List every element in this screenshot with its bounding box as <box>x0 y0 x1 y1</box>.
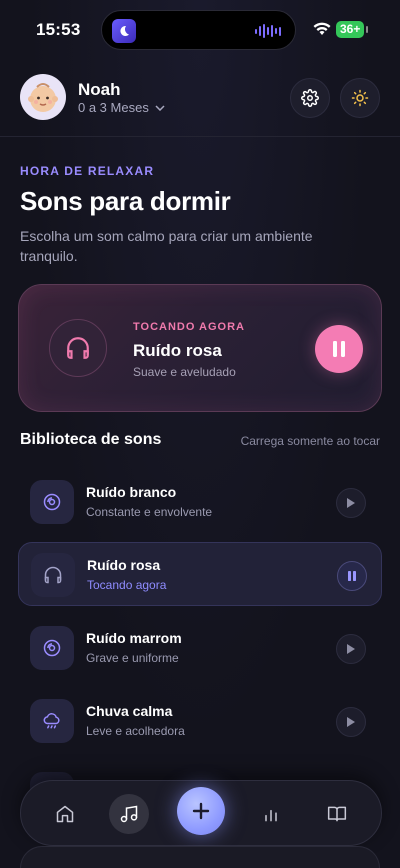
sound-subtitle: Leve e acolhedora <box>86 724 185 738</box>
now-playing-title: Ruído rosa <box>133 341 222 360</box>
dynamic-island[interactable] <box>101 10 296 50</box>
nav-home-button[interactable] <box>45 794 85 834</box>
book-icon <box>327 806 347 822</box>
app-icon <box>112 19 136 43</box>
nav-stats-button[interactable] <box>251 794 291 834</box>
play-button[interactable] <box>336 707 366 737</box>
nav-journal-button[interactable] <box>317 794 357 834</box>
sound-title: Ruído marrom <box>86 630 182 646</box>
wifi-icon <box>313 22 331 35</box>
plus-icon <box>192 802 210 820</box>
sound-title: Chuva calma <box>86 703 173 719</box>
play-icon <box>347 644 355 654</box>
sound-artwork <box>31 553 75 597</box>
profile-name: Noah <box>78 80 121 99</box>
now-playing-eyebrow: TOCANDO AGORA <box>133 321 245 333</box>
app-screen: 15:53 36+ Noah 0 a 3 Meses HORA DE RELAX… <box>0 0 400 868</box>
age-range-selector[interactable]: 0 a 3 Meses <box>78 100 165 115</box>
sound-artwork <box>30 480 74 524</box>
page-title: Sons para dormir <box>20 186 231 216</box>
chevron-down-icon <box>155 104 165 111</box>
bottom-sheet-edge <box>20 846 380 868</box>
headphones-icon <box>67 337 89 359</box>
play-button[interactable] <box>336 488 366 518</box>
baby-avatar-icon <box>28 83 58 112</box>
now-playing-card[interactable]: TOCANDO AGORA Ruído rosa Suave e aveluda… <box>18 284 382 412</box>
sound-title: Ruído rosa <box>87 557 161 573</box>
nav-sounds-button[interactable] <box>109 794 149 834</box>
sound-item-chuva-calma[interactable]: Chuva calma Leve e acolhedora <box>18 689 382 753</box>
settings-button[interactable] <box>290 78 330 118</box>
theme-toggle-button[interactable] <box>340 78 380 118</box>
headphones-icon <box>44 566 62 584</box>
sound-subtitle: Tocando agora <box>87 578 167 592</box>
now-playing-artwork <box>49 319 107 377</box>
home-icon <box>56 805 74 823</box>
play-icon <box>347 498 355 508</box>
sound-item-ruido-branco[interactable]: Ruído branco Constante e envolvente <box>18 470 382 534</box>
sound-title: Ruído branco <box>86 484 177 500</box>
disc-icon <box>43 493 61 511</box>
disc-icon <box>43 639 61 657</box>
pause-icon <box>333 341 345 357</box>
library-note: Carrega somente ao tocar <box>240 434 380 448</box>
header-divider <box>0 136 400 137</box>
pause-button[interactable] <box>337 561 367 591</box>
nav-add-button[interactable] <box>177 787 225 835</box>
status-bar: 15:53 36+ <box>0 0 400 60</box>
now-playing-pause-button[interactable] <box>315 325 363 373</box>
age-range-label: 0 a 3 Meses <box>78 100 149 115</box>
status-time: 15:53 <box>36 20 81 39</box>
avatar[interactable] <box>20 74 66 120</box>
sound-artwork <box>30 626 74 670</box>
sun-icon <box>351 89 369 107</box>
profile-header: Noah 0 a 3 Meses <box>0 70 400 136</box>
sound-subtitle: Grave e uniforme <box>86 651 179 665</box>
now-playing-subtitle: Suave e aveludado <box>133 365 236 379</box>
play-icon <box>347 717 355 727</box>
sound-subtitle: Constante e envolvente <box>86 505 213 519</box>
play-button[interactable] <box>336 634 366 664</box>
section-eyebrow: HORA DE RELAXAR <box>20 164 155 178</box>
bar-chart-icon <box>265 809 277 822</box>
sound-item-ruido-marrom[interactable]: Ruído marrom Grave e uniforme <box>18 616 382 680</box>
page-subtitle: Escolha um som calmo para criar um ambie… <box>20 228 313 264</box>
bottom-navigation <box>20 780 382 846</box>
library-title: Biblioteca de sons <box>20 431 162 448</box>
battery-indicator: 36+ <box>336 21 369 38</box>
gear-icon <box>301 89 319 107</box>
audio-wave-icon <box>255 23 281 39</box>
music-note-icon <box>120 805 138 823</box>
sound-item-ruido-rosa[interactable]: Ruído rosa Tocando agora <box>18 542 382 606</box>
rain-cloud-icon <box>43 713 60 729</box>
pause-icon <box>348 571 356 581</box>
sound-artwork <box>30 699 74 743</box>
